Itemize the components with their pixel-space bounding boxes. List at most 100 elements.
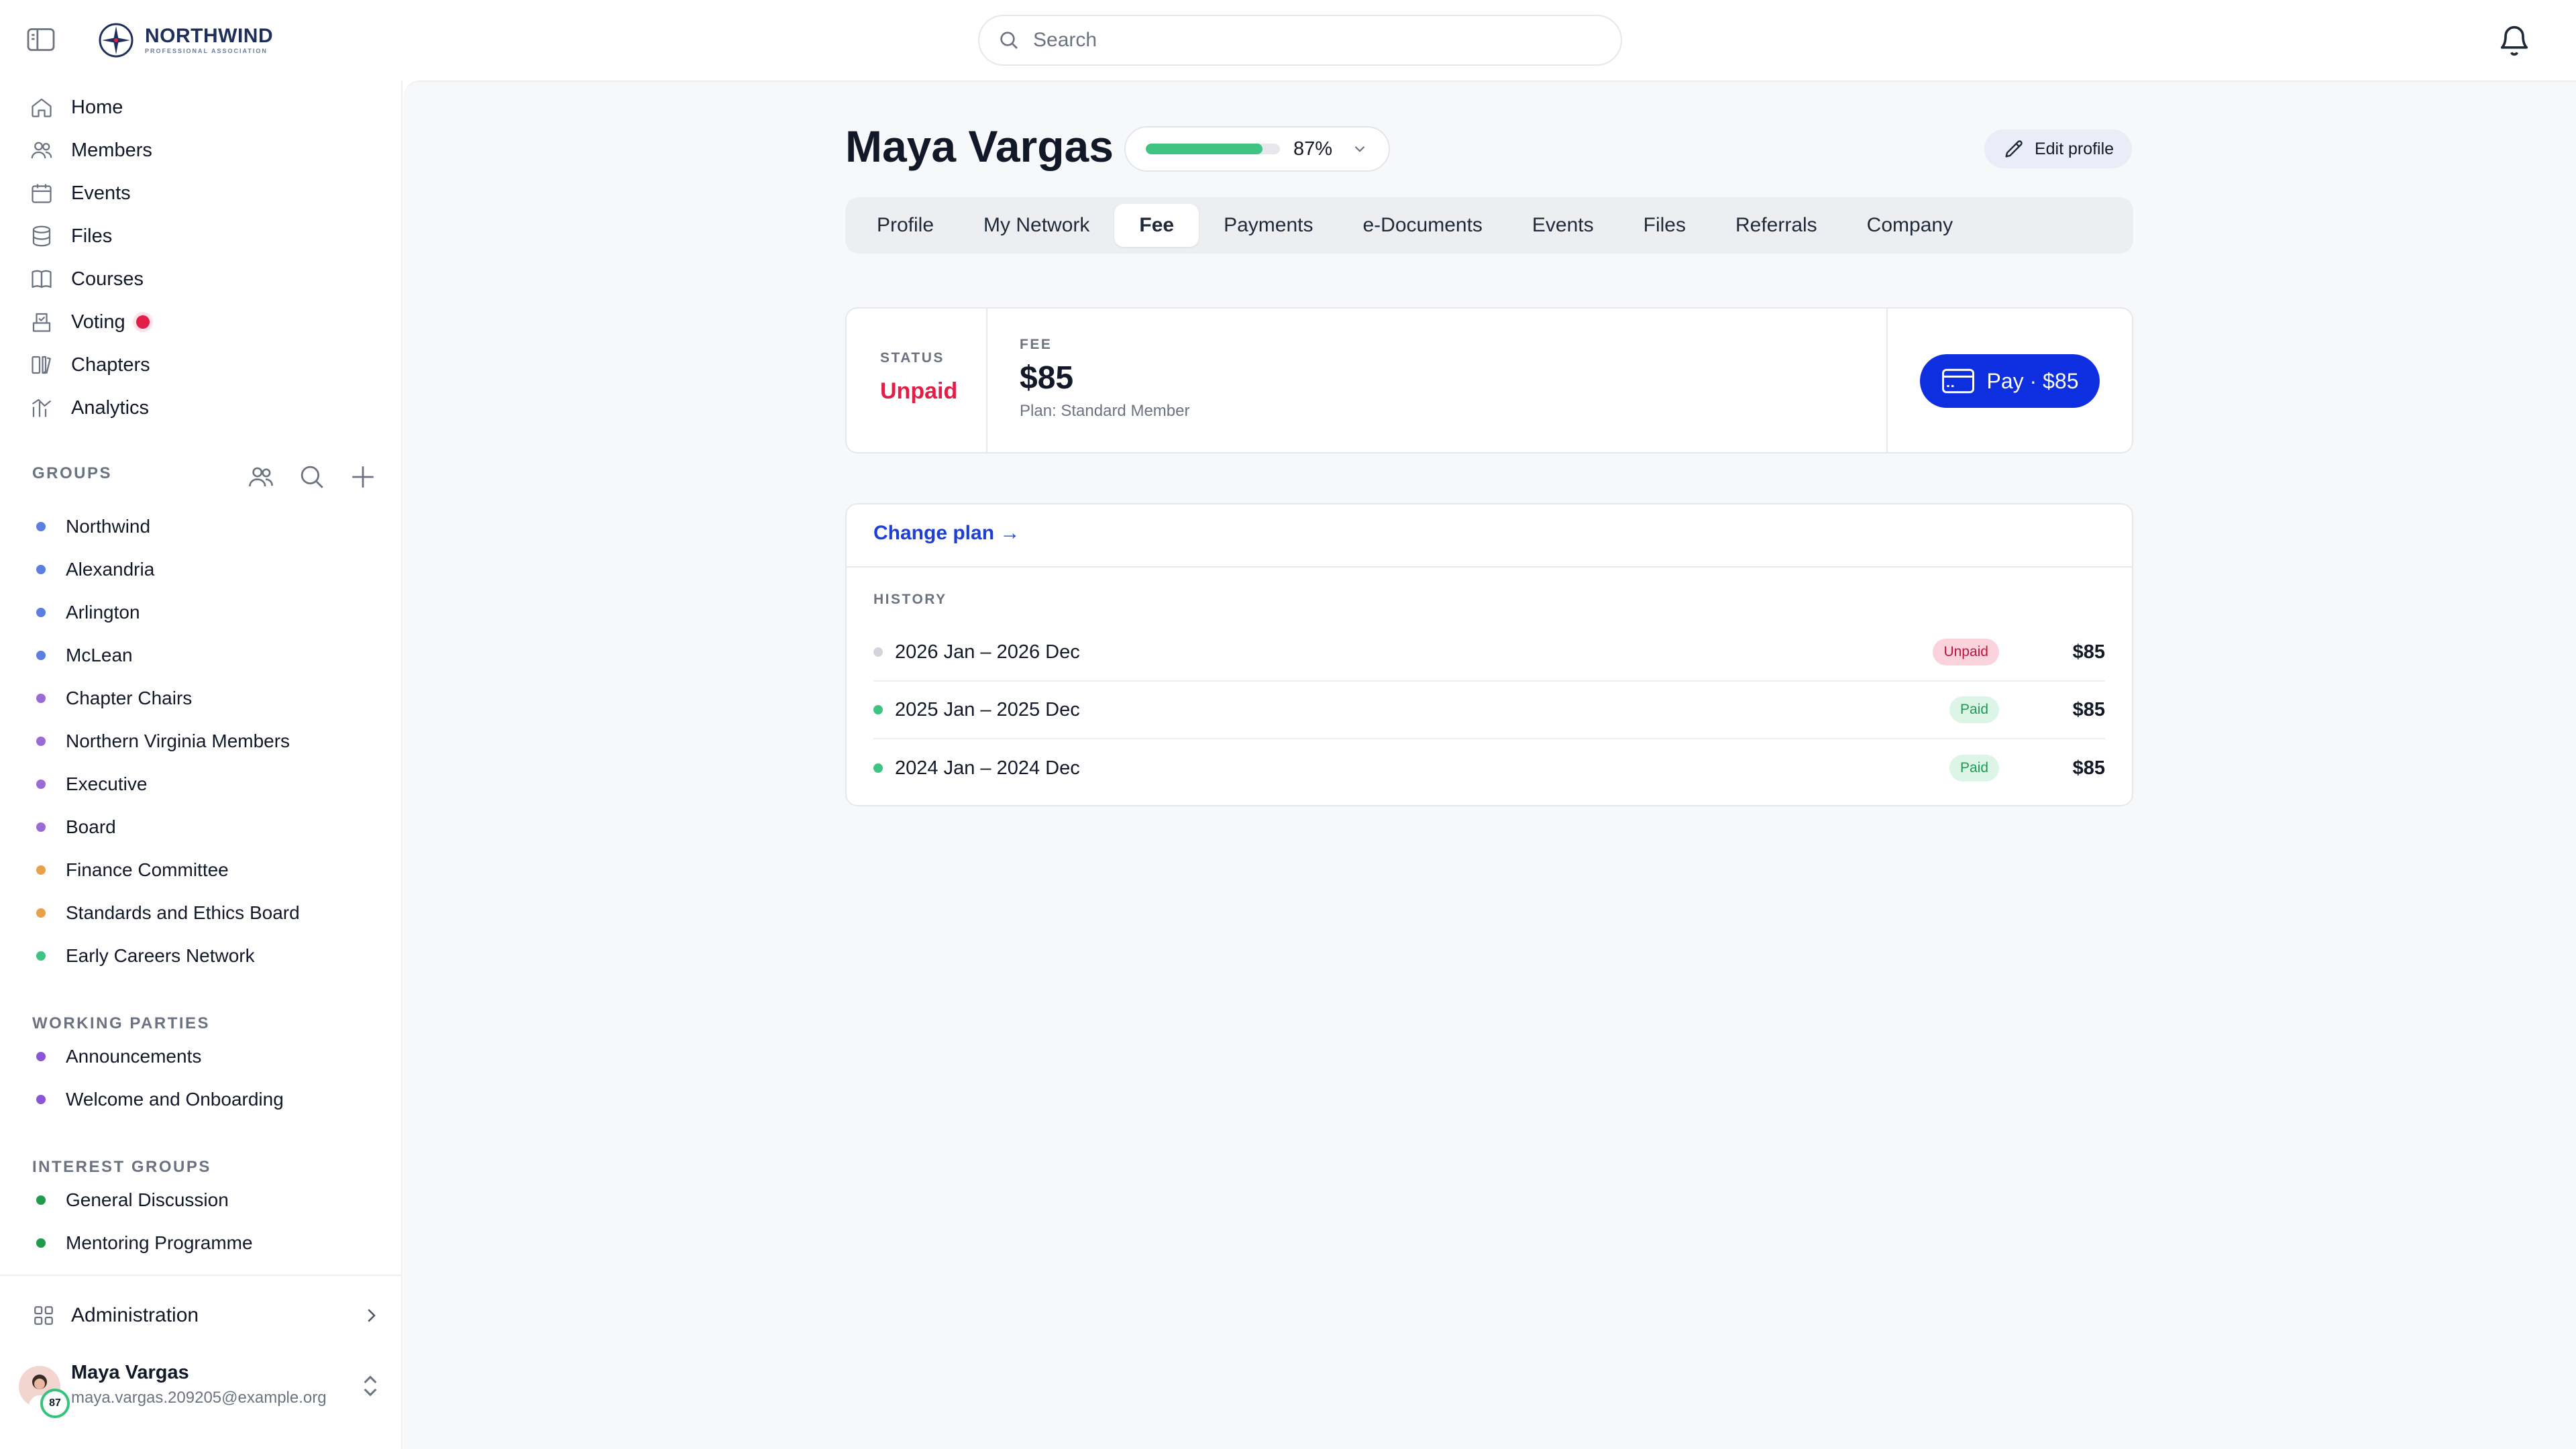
- group-finance-committee[interactable]: Finance Committee: [36, 853, 229, 887]
- app-logo[interactable]: NORTHWIND PROFESSIONAL ASSOCIATION: [98, 20, 273, 60]
- group-chapter-chairs[interactable]: Chapter Chairs: [36, 682, 192, 715]
- change-plan-link[interactable]: Change plan →: [873, 522, 1020, 545]
- tab-files[interactable]: Files: [1619, 204, 1711, 247]
- group-label: McLean: [66, 645, 133, 665]
- user-menu[interactable]: 87 Maya Vargas maya.vargas.209205@exampl…: [19, 1359, 388, 1433]
- tab-fee[interactable]: Fee: [1114, 204, 1199, 247]
- group-executive[interactable]: Executive: [36, 767, 147, 801]
- grid-icon: [34, 1306, 53, 1325]
- tab-payments[interactable]: Payments: [1199, 204, 1338, 247]
- sidebar-item-files[interactable]: Files: [30, 217, 112, 255]
- group-northern-virginia-members[interactable]: Northern Virginia Members: [36, 724, 290, 758]
- chevron-updown-icon: [364, 1375, 377, 1397]
- tab-my-network[interactable]: My Network: [959, 204, 1114, 247]
- sidebar-item-events[interactable]: Events: [30, 174, 131, 212]
- sidebar-toggle-icon[interactable]: [27, 27, 55, 52]
- sidebar-item-voting[interactable]: Voting: [30, 303, 150, 341]
- history-status-dot: [873, 705, 883, 714]
- members-icon: [31, 142, 52, 159]
- fee-plan: Plan: Standard Member: [1020, 402, 1190, 420]
- home-icon: [32, 98, 52, 117]
- user-email: maya.vargas.209205@example.org: [71, 1389, 327, 1407]
- profile-completion-dropdown[interactable]: 87%: [1124, 126, 1390, 172]
- interest-group-general-discussion[interactable]: General Discussion: [36, 1183, 229, 1217]
- administration-label: Administration: [71, 1304, 199, 1326]
- sidebar-item-label: Chapters: [71, 354, 150, 376]
- group-board[interactable]: Board: [36, 810, 116, 844]
- tab-e-documents[interactable]: e-Documents: [1338, 204, 1507, 247]
- status-badge: Unpaid: [1933, 639, 1999, 665]
- interest-group-mentoring-programme[interactable]: Mentoring Programme: [36, 1226, 253, 1260]
- search-bar[interactable]: [978, 15, 1622, 66]
- fee-summary-card: STATUS Unpaid FEE $85 Plan: Standard Mem…: [845, 307, 2133, 453]
- sidebar-item-chapters[interactable]: Chapters: [30, 346, 150, 384]
- sidebar-item-home[interactable]: Home: [30, 89, 123, 126]
- group-color-dot: [36, 1052, 46, 1061]
- group-color-dot: [36, 651, 46, 660]
- history-label: HISTORY: [873, 592, 947, 607]
- group-label: Welcome and Onboarding: [66, 1089, 284, 1110]
- tab-profile[interactable]: Profile: [852, 204, 959, 247]
- group-alexandria[interactable]: Alexandria: [36, 553, 154, 586]
- user-name: Maya Vargas: [71, 1362, 189, 1383]
- status-badge: Paid: [1949, 696, 1999, 723]
- group-northwind[interactable]: Northwind: [36, 510, 150, 543]
- history-amount: $85: [2072, 698, 2105, 720]
- group-color-dot: [36, 865, 46, 875]
- group-standards-and-ethics-board[interactable]: Standards and Ethics Board: [36, 896, 300, 930]
- working-parties-heading: WORKING PARTIES: [32, 1014, 211, 1032]
- book-icon: [32, 270, 52, 288]
- history-period: 2025 Jan – 2025 Dec: [895, 698, 1080, 720]
- sidebar-item-courses[interactable]: Courses: [30, 260, 144, 298]
- pay-button[interactable]: Pay · $85: [1920, 354, 2100, 408]
- group-color-dot: [36, 822, 46, 832]
- administration-item[interactable]: Administration: [32, 1299, 381, 1332]
- group-color-dot: [36, 908, 46, 918]
- search-input[interactable]: [1033, 29, 1610, 52]
- sidebar-divider: [0, 1275, 402, 1276]
- tab-company[interactable]: Company: [1842, 204, 1978, 247]
- working-party-welcome-and-onboarding[interactable]: Welcome and Onboarding: [36, 1083, 284, 1116]
- logo-title: NORTHWIND: [145, 25, 274, 47]
- history-status-dot: [873, 647, 883, 657]
- fee-block: FEE $85 Plan: Standard Member: [1020, 337, 1189, 421]
- group-color-dot: [36, 951, 46, 961]
- tab-referrals[interactable]: Referrals: [1711, 204, 1842, 247]
- group-label: Mentoring Programme: [66, 1232, 253, 1253]
- group-label: Northern Virginia Members: [66, 731, 290, 751]
- pay-label: Pay · $85: [1986, 368, 2079, 393]
- group-members-icon[interactable]: [247, 463, 275, 491]
- add-group-icon[interactable]: [349, 463, 377, 491]
- group-arlington[interactable]: Arlington: [36, 596, 140, 629]
- sidebar-item-label: Courses: [71, 268, 144, 290]
- status-block: STATUS Unpaid: [880, 350, 957, 405]
- page-title: Maya Vargas: [845, 121, 1114, 171]
- sidebar-item-members[interactable]: Members: [30, 131, 152, 169]
- tab-events[interactable]: Events: [1507, 204, 1619, 247]
- group-early-careers-network[interactable]: Early Careers Network: [36, 939, 255, 973]
- chapters-icon: [32, 356, 51, 374]
- fee-amount: $85: [1020, 360, 1074, 396]
- group-color-dot: [36, 608, 46, 617]
- compass-logo-icon: [99, 23, 133, 58]
- sidebar-item-label: Analytics: [71, 396, 150, 419]
- group-mclean[interactable]: McLean: [36, 639, 133, 672]
- fee-card-divider: [986, 309, 987, 452]
- history-row: 2026 Jan – 2026 Dec Unpaid $85: [873, 624, 2105, 682]
- logo-subtitle: PROFESSIONAL ASSOCIATION: [145, 48, 268, 54]
- sidebar-item-label: Events: [71, 182, 131, 204]
- credit-card-icon: [1941, 368, 1974, 394]
- sidebar-item-analytics[interactable]: Analytics: [30, 389, 149, 427]
- group-search-icon[interactable]: [298, 463, 326, 491]
- status-label: STATUS: [880, 350, 945, 366]
- history-period: 2026 Jan – 2026 Dec: [895, 641, 1080, 663]
- history-row: 2025 Jan – 2025 Dec Paid $85: [873, 682, 2105, 739]
- group-color-dot: [36, 1095, 46, 1104]
- group-label: Alexandria: [66, 559, 155, 580]
- working-party-announcements[interactable]: Announcements: [36, 1040, 201, 1073]
- bell-icon[interactable]: [2497, 21, 2532, 59]
- edit-profile-button[interactable]: Edit profile: [1984, 129, 2132, 168]
- group-label: General Discussion: [66, 1189, 229, 1210]
- search-icon: [1000, 32, 1018, 49]
- database-icon: [32, 225, 51, 247]
